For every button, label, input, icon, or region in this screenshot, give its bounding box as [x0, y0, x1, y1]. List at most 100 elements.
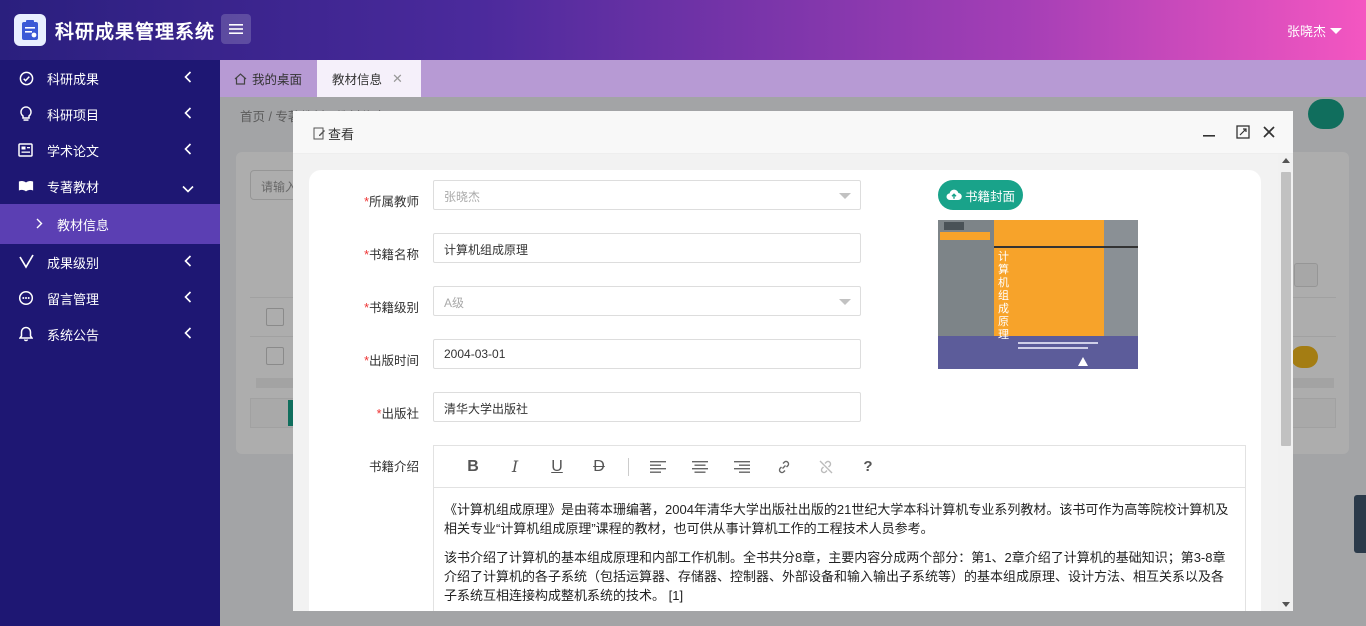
chevron-left-icon	[184, 291, 192, 306]
sidebar-item-research-projects[interactable]: 科研项目	[0, 96, 220, 132]
user-menu[interactable]: 张晓杰	[1287, 21, 1342, 40]
tab-textbook-info[interactable]: 教材信息 ✕	[317, 60, 421, 97]
chevron-down-icon	[839, 193, 851, 199]
intro-paragraph: 《计算机组成原理》是由蒋本珊编著，2004年清华大学出版社出版的21世纪大学本科…	[444, 502, 1229, 536]
link-icon[interactable]	[763, 452, 805, 482]
menu-toggle-button[interactable]	[221, 14, 251, 44]
book-level-value: A级	[444, 296, 465, 310]
sidebar-item-label: 系统公告	[47, 327, 100, 343]
bell-icon	[18, 326, 34, 342]
teacher-select[interactable]: 张晓杰	[433, 180, 861, 210]
underline-icon[interactable]: U	[536, 452, 578, 482]
sidebar-item-messages[interactable]: 留言管理	[0, 280, 220, 316]
maximize-button[interactable]	[1234, 123, 1252, 141]
sidebar-item-research-results[interactable]: 科研成果	[0, 60, 220, 96]
cloud-upload-icon	[946, 189, 962, 201]
cover-title-char: 计	[998, 250, 1009, 263]
editor-toolbar: B I U D ?	[434, 446, 1245, 488]
tab-bar: 我的桌面 教材信息 ✕	[220, 60, 1366, 97]
dialog-scrollbar[interactable]	[1278, 154, 1293, 611]
unlink-icon[interactable]	[805, 452, 847, 482]
dialog-title: 查看	[313, 124, 354, 143]
close-dialog-button[interactable]	[1260, 123, 1278, 141]
view-dialog: 查看 *所属教师 张晓杰 *书籍名称 计算机组成原理 *书籍级别 A级 *出版时…	[293, 111, 1293, 611]
hamburger-icon	[229, 24, 243, 34]
sidebar-item-achievement-level[interactable]: 成果级别	[0, 244, 220, 280]
form-card: *所属教师 张晓杰 *书籍名称 计算机组成原理 *书籍级别 A级 *出版时间 2…	[309, 170, 1261, 611]
chevron-left-icon	[184, 71, 192, 86]
cover-title-char: 成	[998, 302, 1009, 315]
check-circle-icon	[18, 70, 34, 86]
top-header: 科研成果管理系统 张晓杰	[0, 0, 1366, 60]
sidebar-item-label: 科研成果	[47, 71, 100, 87]
book-cover-image: 计 算 机 组 成 原 理	[938, 220, 1138, 369]
scroll-down-icon[interactable]	[1282, 602, 1290, 607]
app-logo-area: 科研成果管理系统	[14, 14, 215, 46]
sidebar-item-label: 留言管理	[47, 291, 100, 307]
tab-label: 我的桌面	[252, 73, 303, 87]
align-left-icon[interactable]	[637, 452, 679, 482]
cover-title-char: 原	[998, 315, 1009, 328]
intro-paragraph: 该书介绍了计算机的基本组成原理和内部工作机制。全书共分8章，主要内容分成两个部分…	[444, 550, 1226, 603]
book-name-label: *书籍名称	[364, 248, 419, 262]
sidebar-subitem-textbook-info[interactable]: 教材信息	[0, 204, 220, 244]
intro-label: 书籍介绍	[368, 460, 419, 474]
chevron-down-icon	[1330, 27, 1342, 34]
italic-icon[interactable]: I	[494, 452, 536, 482]
edit-document-icon	[313, 127, 326, 140]
sidebar: 科研成果 科研项目 学术论文 专著教材 教材信息 成果级别 留言管理 系统公告	[0, 60, 220, 626]
teacher-label: *所属教师	[364, 195, 419, 209]
sidebar-item-academic-papers[interactable]: 学术论文	[0, 132, 220, 168]
bold-icon[interactable]: B	[452, 452, 494, 482]
chevron-left-icon	[184, 327, 192, 342]
close-icon	[1263, 126, 1275, 138]
chevron-right-icon	[36, 217, 43, 232]
scrollbar-thumb[interactable]	[1281, 172, 1291, 446]
dialog-title-text: 查看	[328, 127, 355, 142]
sidebar-item-label: 专著教材	[47, 179, 100, 195]
tab-label: 教材信息	[332, 73, 383, 87]
teacher-value: 张晓杰	[444, 190, 481, 204]
editor-content[interactable]: 《计算机组成原理》是由蒋本珊编著，2004年清华大学出版社出版的21世纪大学本科…	[434, 488, 1245, 605]
rich-text-editor[interactable]: B I U D ? 《计算机组成原理》是由蒋本珊编著，2004年清华大学出版社出…	[433, 445, 1246, 611]
tab-home[interactable]: 我的桌面	[234, 60, 302, 97]
sidebar-item-announcements[interactable]: 系统公告	[0, 316, 220, 352]
sidebar-item-label: 学术论文	[47, 143, 100, 159]
lightbulb-icon	[18, 106, 34, 122]
cover-title-char: 组	[998, 288, 1009, 302]
app-title: 科研成果管理系统	[55, 21, 216, 43]
scroll-up-icon[interactable]	[1282, 158, 1290, 163]
book-name-input[interactable]: 计算机组成原理	[433, 233, 861, 263]
book-level-select[interactable]: A级	[433, 286, 861, 316]
dialog-body: *所属教师 张晓杰 *书籍名称 计算机组成原理 *书籍级别 A级 *出版时间 2…	[293, 154, 1278, 611]
chevron-down-icon	[839, 299, 851, 305]
align-center-icon[interactable]	[679, 452, 721, 482]
book-open-icon	[18, 178, 34, 194]
toolbar-divider	[628, 457, 629, 476]
book-level-label: *书籍级别	[364, 301, 419, 315]
sidebar-item-monographs[interactable]: 专著教材	[0, 168, 220, 204]
chevron-left-icon	[184, 255, 192, 270]
minimize-button[interactable]	[1200, 123, 1218, 141]
dialog-header: 查看	[293, 111, 1293, 154]
cover-title-char: 理	[998, 328, 1009, 341]
strikethrough-icon[interactable]: D	[578, 452, 620, 482]
cover-title-char: 机	[998, 275, 1009, 289]
newspaper-icon	[18, 142, 34, 158]
maximize-icon	[1236, 125, 1250, 139]
sidebar-subitem-label: 教材信息	[57, 217, 110, 233]
upload-cover-label: 书籍封面	[964, 189, 1015, 204]
app-logo-icon	[14, 14, 46, 46]
align-right-icon[interactable]	[721, 452, 763, 482]
help-icon[interactable]: ?	[847, 452, 889, 482]
close-icon[interactable]: ✕	[392, 71, 403, 87]
chevron-left-icon	[184, 143, 192, 158]
chevron-down-icon	[182, 181, 194, 196]
floating-widget[interactable]	[1354, 495, 1366, 553]
publish-date-input[interactable]: 2004-03-01	[433, 339, 861, 369]
publisher-input[interactable]: 清华大学出版社	[433, 392, 861, 422]
publisher-label: *出版社	[376, 407, 419, 421]
sidebar-item-label: 科研项目	[47, 107, 100, 123]
upload-cover-button[interactable]: 书籍封面	[938, 180, 1023, 210]
chevron-left-icon	[184, 107, 192, 122]
